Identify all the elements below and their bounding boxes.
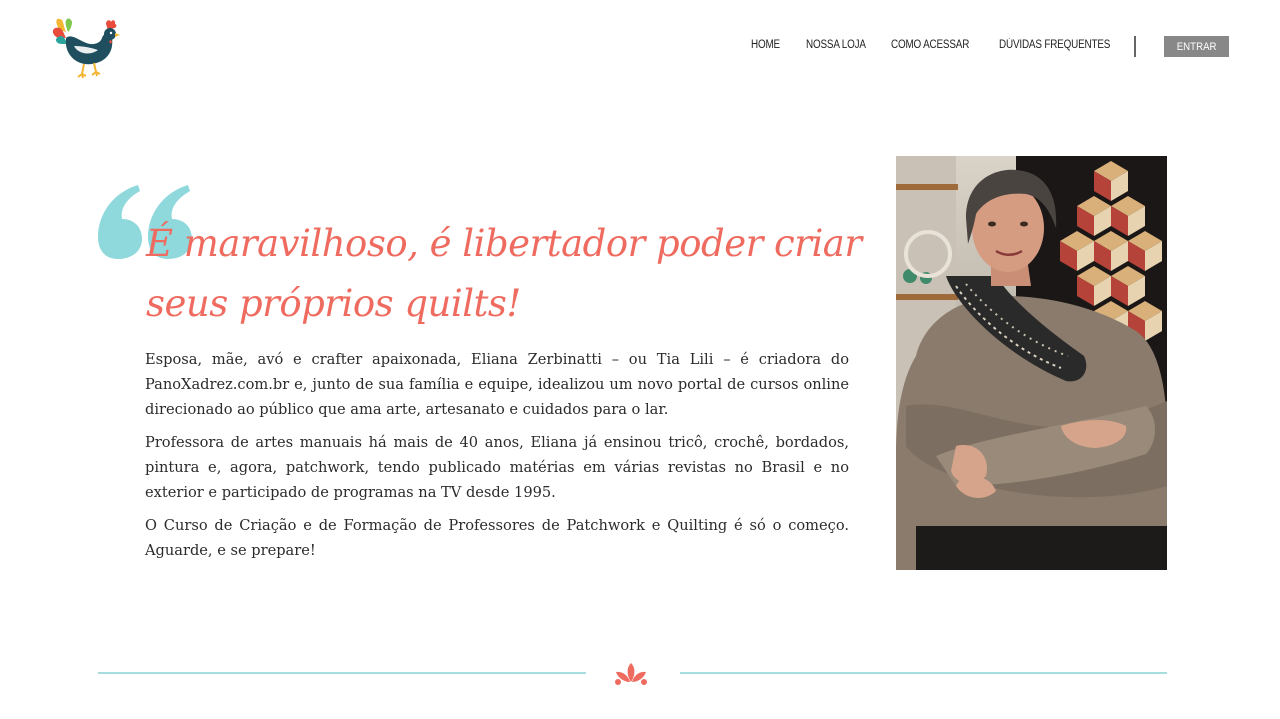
flower-ornament-icon bbox=[612, 660, 650, 686]
bio-paragraph-3: O Curso de Criação e de Formação de Prof… bbox=[145, 517, 849, 559]
bio-paragraph-2: Professora de artes manuais há mais de 4… bbox=[145, 434, 849, 501]
hero-body: Esposa, mãe, avó e crafter apaixonada, E… bbox=[145, 347, 849, 571]
nav-nossa-loja[interactable]: NOSSA LOJA bbox=[806, 39, 866, 51]
hero-headline: É maravilhoso, é libertador poder criar … bbox=[146, 222, 862, 325]
main-nav: HOME NOSSA LOJA COMO ACESSAR DÚVIDAS FRE… bbox=[0, 36, 1280, 58]
nav-duvidas-frequentes[interactable]: DÚVIDAS FREQUENTES bbox=[999, 39, 1110, 51]
portrait-photo bbox=[896, 156, 1167, 570]
nav-home[interactable]: HOME bbox=[751, 39, 780, 51]
login-button[interactable]: ENTRAR bbox=[1164, 36, 1229, 57]
nav-divider bbox=[1134, 36, 1136, 57]
divider-line-left bbox=[98, 672, 586, 674]
bio-paragraph-1: Esposa, mãe, avó e crafter apaixonada, E… bbox=[145, 351, 849, 418]
divider-line-right bbox=[680, 672, 1167, 674]
login-button-label: ENTRAR bbox=[1176, 40, 1217, 53]
nav-como-acessar[interactable]: COMO ACESSAR bbox=[891, 39, 969, 51]
